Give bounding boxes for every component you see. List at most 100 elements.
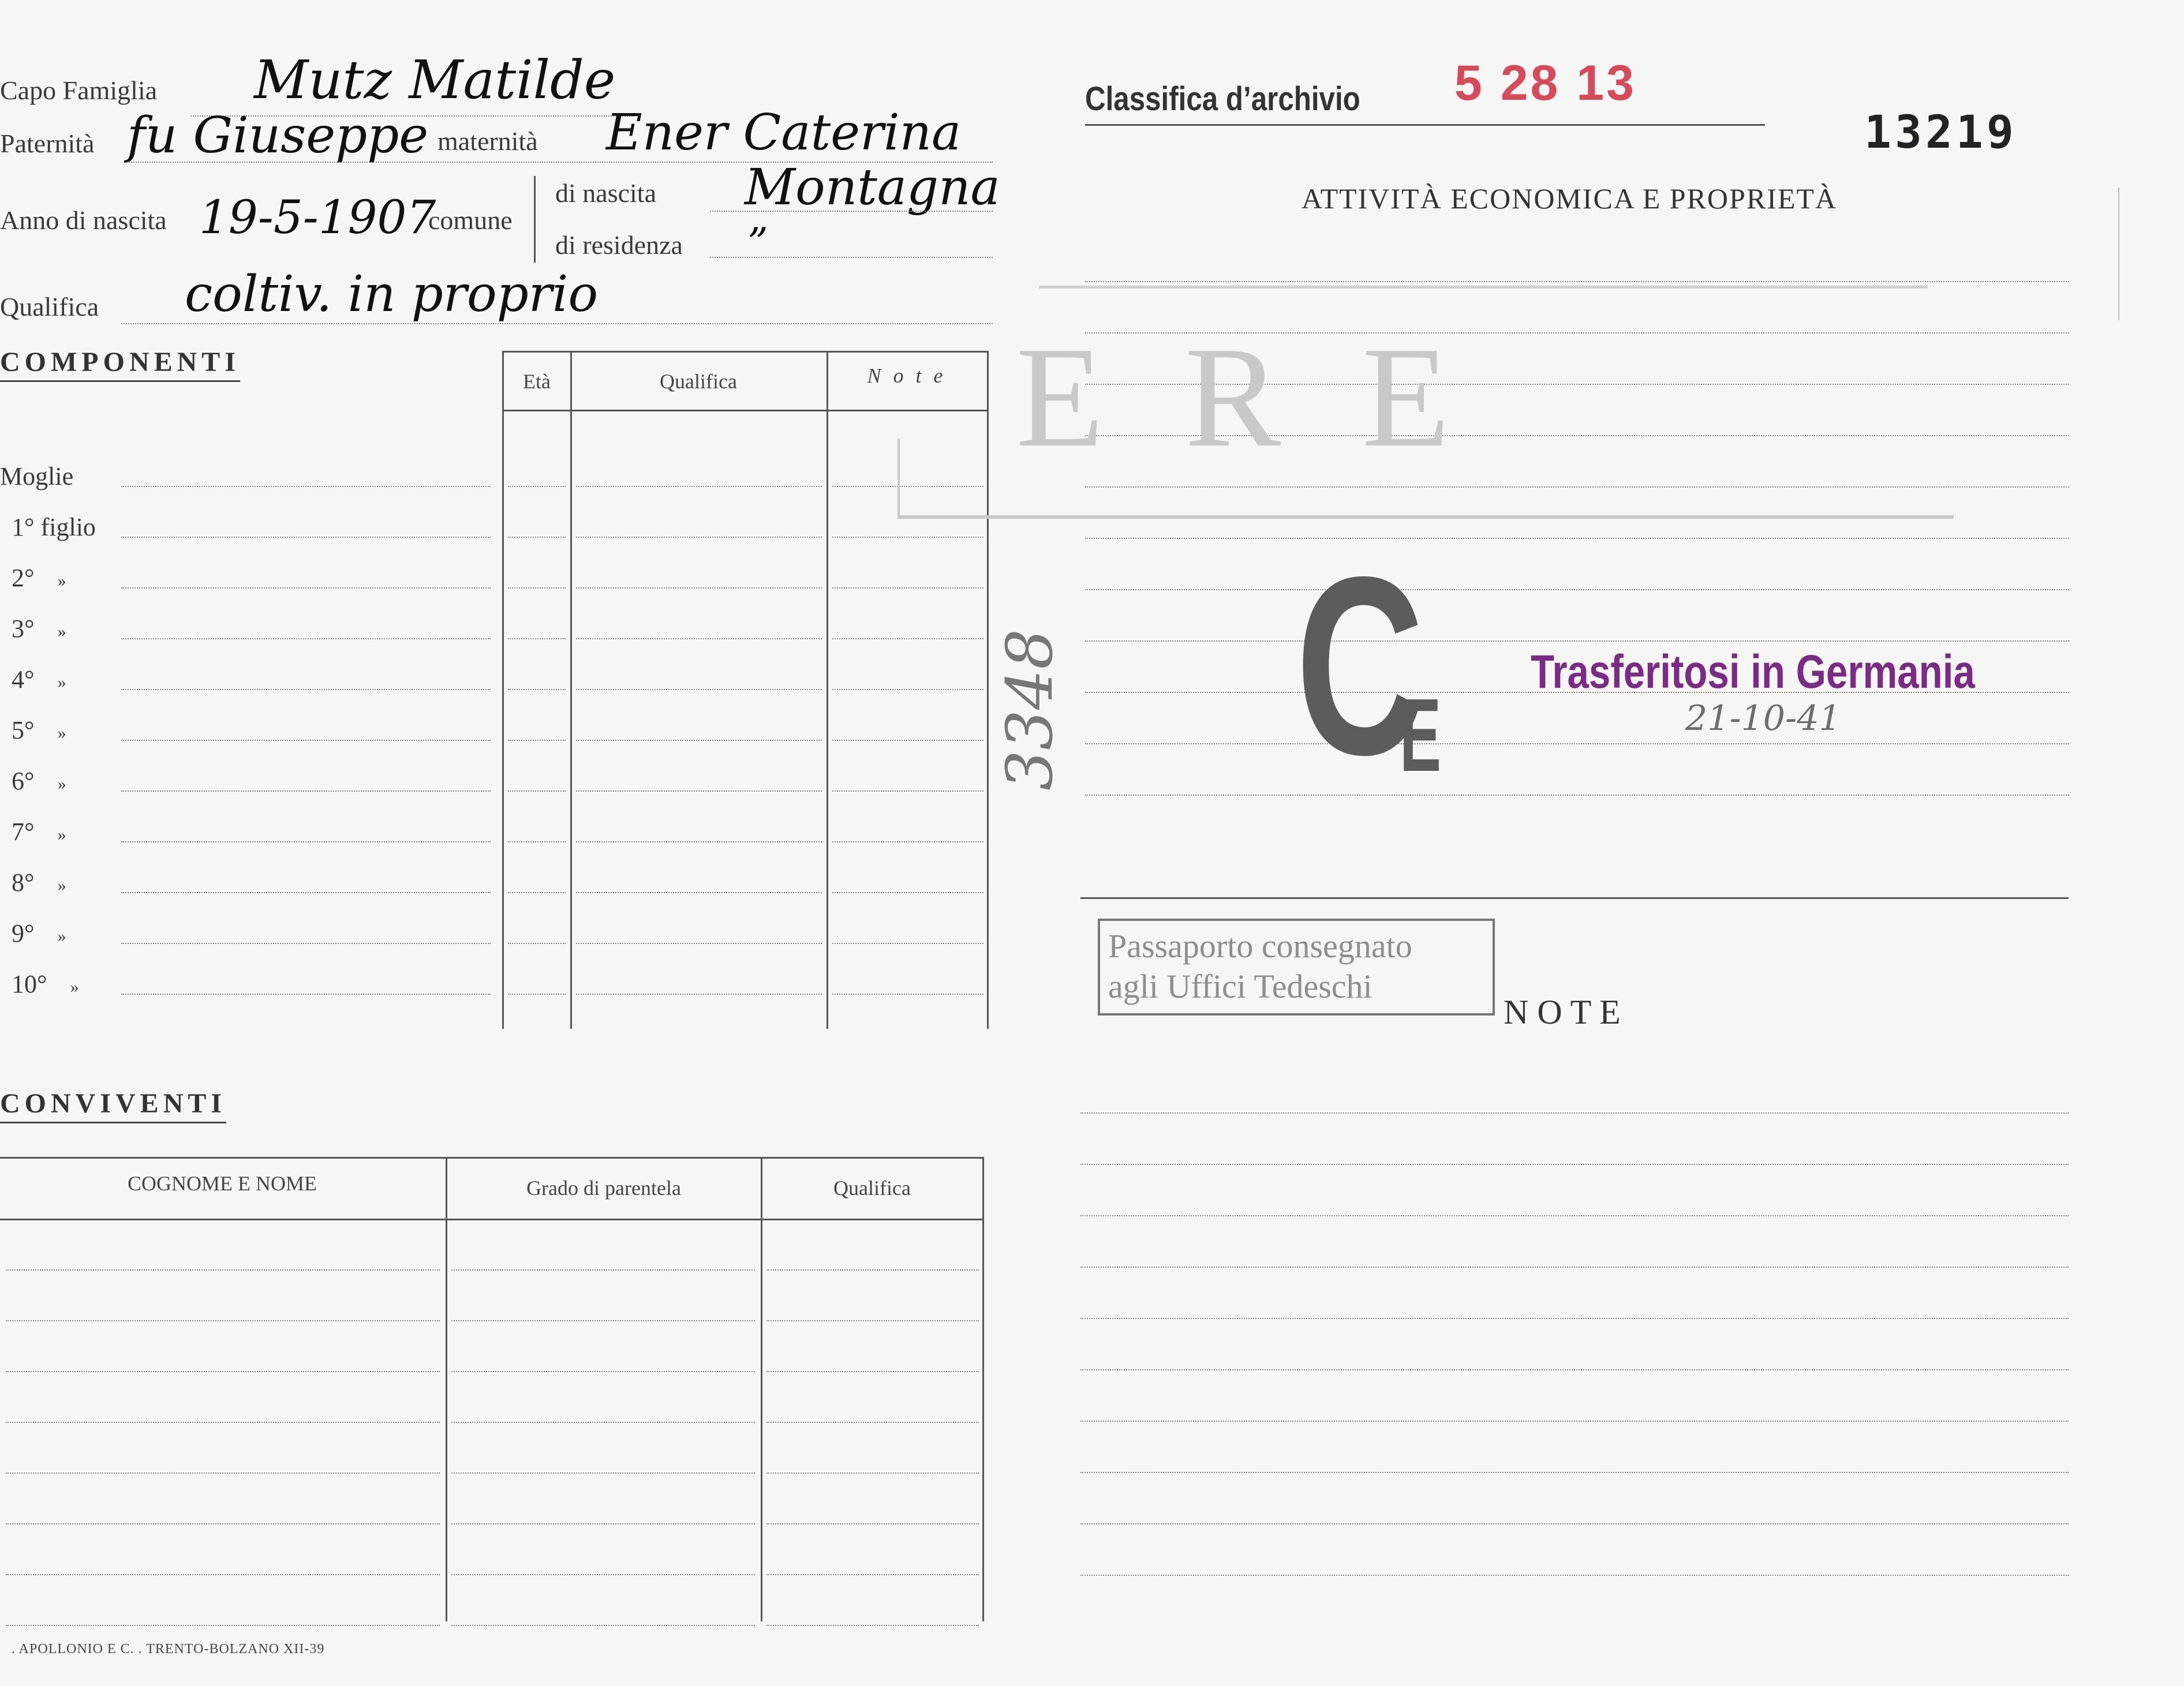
table-row-line (766, 1269, 979, 1271)
table-row-line (766, 1371, 979, 1372)
ruled-line (1080, 1318, 2069, 1319)
table-row-line (832, 740, 983, 741)
table-row-line (832, 892, 983, 893)
paternita-label: Paternità (0, 129, 95, 158)
row-ditto: » (57, 825, 66, 844)
table-row-line (832, 994, 983, 995)
componenti-table-header-rule (502, 410, 988, 411)
passport-stamp-line1: Passaporto consegnato (1108, 927, 1412, 965)
table-row-label: Moglie (0, 462, 73, 491)
table-row-line (508, 841, 566, 842)
ruled-line (1085, 743, 2069, 744)
row-number: 5° (12, 716, 35, 744)
ce-stamp-subscript: E (1400, 677, 1442, 793)
table-row-line (451, 1269, 755, 1271)
row-ditto: » (57, 724, 66, 743)
componenti-col-divider (570, 351, 572, 1029)
table-row-line (508, 537, 566, 538)
row-ditto: » (70, 977, 79, 996)
table-row-line (121, 994, 491, 995)
row-ditto: » (57, 876, 66, 895)
table-row-line (6, 1473, 440, 1474)
transfer-stamp: Trasferitosi in Germania (1531, 646, 1975, 698)
ruled-line (1080, 1215, 2069, 1216)
table-row-line (576, 994, 822, 995)
comune-brace (534, 176, 536, 263)
maternita-label: maternità (437, 126, 538, 156)
table-row-label: 7° » (12, 817, 66, 846)
faded-stamp-edge (1039, 286, 1928, 289)
table-row-line (766, 1473, 979, 1474)
table-row-line (508, 638, 566, 639)
table-row-line (508, 740, 566, 741)
conviventi-table-header-rule (0, 1219, 984, 1220)
table-row-line (576, 790, 822, 792)
margin-mark (2118, 188, 2119, 320)
table-row-line (576, 537, 822, 538)
col-grado-parentela: Grado di parentela (526, 1177, 681, 1200)
ruled-line (1085, 281, 2069, 282)
table-row-line (6, 1371, 440, 1372)
row-number: 1° figlio (12, 513, 96, 541)
ruled-line (1080, 1267, 2069, 1268)
nascita-line (710, 211, 993, 212)
table-row-line (576, 638, 822, 639)
faded-stamp: ERE (1016, 317, 1531, 477)
table-row-line (508, 486, 566, 487)
side-number: 3348 (993, 629, 1067, 790)
col-note: N o t e (867, 364, 947, 387)
row-number: 6° (12, 767, 35, 795)
anno-nascita-label: Anno di nascita (0, 205, 167, 235)
table-row-line (6, 1574, 440, 1575)
table-row-line (576, 689, 822, 690)
row-ditto: » (57, 927, 66, 946)
maternita-value: Ener Caterina (606, 104, 962, 162)
ruled-line (1085, 486, 2069, 488)
qualifica-value: coltiv. in proprio (185, 265, 599, 323)
row-ditto: » (57, 622, 66, 641)
transfer-date: 21-10-41 (1685, 698, 1841, 739)
ruled-line (1085, 640, 2069, 642)
di-nascita-label: di nascita (555, 178, 656, 208)
table-row-label: 5° » (12, 715, 66, 745)
table-row-line (6, 1625, 440, 1626)
row-number: 7° (12, 818, 35, 846)
archive-stamp-number: 5 28 13 (1454, 55, 1636, 111)
card-number: 13219 (1864, 107, 2017, 159)
table-row-line (832, 486, 983, 487)
qualifica-line (121, 323, 993, 324)
conviventi-col-divider (446, 1157, 447, 1621)
ruled-line (1080, 1472, 2069, 1473)
table-row-line (576, 841, 822, 842)
table-row-line (508, 587, 566, 589)
ruled-line (1080, 1523, 2069, 1524)
table-row-line (508, 892, 566, 893)
componenti-col-divider (827, 351, 828, 1029)
table-row-line (576, 943, 822, 944)
ruled-line (1085, 538, 2069, 539)
table-row-line (576, 486, 822, 487)
table-row-line (451, 1625, 755, 1626)
table-row-line (832, 689, 983, 690)
di-residenza-value: ” (747, 219, 768, 267)
table-row-line (451, 1523, 755, 1524)
table-row-line (121, 587, 491, 589)
faded-stamp-edge (897, 439, 900, 516)
col-eta: Età (523, 370, 551, 393)
table-row-line (121, 790, 491, 792)
note-title: N O T E (1504, 993, 1621, 1031)
row-number: 3° (12, 615, 35, 643)
table-row-line (121, 740, 491, 741)
table-row-line (121, 892, 491, 893)
table-row-line (576, 740, 822, 741)
row-number: Moglie (0, 462, 74, 490)
di-nascita-value: Montagna (745, 159, 1000, 216)
col-qualifica: Qualifica (660, 370, 737, 393)
conviventi-heading: CONVIVENTI (0, 1088, 227, 1123)
conviventi-table-top (0, 1157, 984, 1159)
capo-famiglia-label: Capo Famiglia (0, 76, 158, 105)
table-row-label: 8° » (12, 868, 66, 897)
conviventi-col-divider (982, 1157, 984, 1621)
row-number: 9° (12, 919, 35, 947)
attivita-title: ATTIVITÀ ECONOMICA E PROPRIETÀ (1302, 182, 1838, 215)
